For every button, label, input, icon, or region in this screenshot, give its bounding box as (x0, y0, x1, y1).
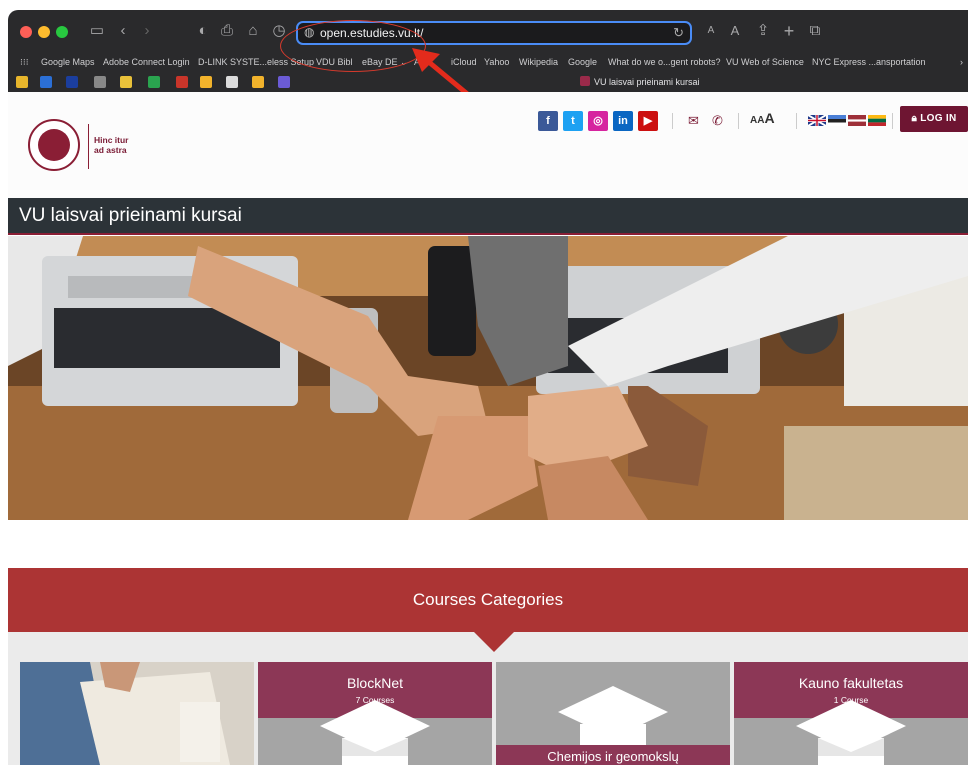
spacer (8, 520, 968, 568)
linkedin-icon[interactable]: in (613, 111, 633, 131)
category-name: Chemijos ir geomokslų (496, 745, 730, 765)
bookmark-item[interactable]: Adobe Connect Login (103, 57, 190, 67)
english-flag-icon[interactable] (808, 115, 826, 126)
zoom-window-button[interactable] (56, 26, 68, 38)
favorite-icon[interactable] (176, 76, 188, 88)
apps-grid-icon[interactable]: ⁝⁝⁝ (20, 57, 29, 68)
bookmark-item[interactable]: Google (568, 57, 597, 67)
categories-band: Courses Categories (8, 568, 968, 632)
category-name: BlockNet (346, 675, 404, 691)
page-title-bar: VU laisvai prieinami kursai (8, 198, 968, 235)
share-icon[interactable]: ⇪ (752, 21, 774, 41)
bookmark-item[interactable]: NYC Express ...ansportation (812, 57, 926, 67)
graduation-cap-icon (796, 700, 906, 765)
page-title: VU laisvai prieinami kursai (19, 205, 242, 226)
category-card[interactable] (20, 662, 254, 765)
favorite-icon[interactable] (94, 76, 106, 88)
category-card[interactable]: BlockNet 7 Courses (258, 662, 492, 765)
category-image (20, 662, 254, 765)
tabs-overview-icon[interactable]: ⧉ (804, 21, 826, 41)
category-name: Kauno fakultetas (798, 675, 904, 691)
font-size-controls[interactable]: AAA (750, 110, 775, 128)
categories-heading: Courses Categories (412, 590, 564, 609)
more-bookmarks-icon[interactable]: › (960, 57, 963, 67)
latvian-flag-icon[interactable] (848, 115, 866, 126)
lock-icon: 🔒︎ (911, 113, 921, 124)
close-window-button[interactable] (20, 26, 32, 38)
lithuanian-flag-icon[interactable] (868, 115, 886, 126)
browser-window: ▭ ‹ › ◐ ⎙ ⌂ ◷ ◍ open.estudies.vu.lt/ ↻ A… (8, 10, 968, 765)
graduation-cap-icon (320, 700, 430, 765)
twitter-icon[interactable]: t (563, 111, 583, 131)
hero-image (8, 236, 968, 520)
favorite-icon[interactable] (66, 76, 78, 88)
site-header: Hinc itur ad astra f t ◎ in ▶ ✉ ✆ AAA 🔒︎… (8, 92, 968, 198)
favorite-icon[interactable] (200, 76, 212, 88)
instagram-icon[interactable]: ◎ (588, 111, 608, 131)
categories-pointer (474, 632, 514, 652)
header-divider (796, 113, 797, 129)
text-larger-button[interactable]: A (724, 21, 746, 41)
new-tab-icon[interactable]: + (778, 21, 800, 41)
logo-motto: Hinc itur ad astra (94, 135, 128, 155)
header-divider (738, 113, 739, 129)
reload-icon[interactable]: ↻ (673, 25, 684, 41)
text-smaller-button[interactable]: A (700, 21, 722, 41)
category-card[interactable]: Kauno fakultetas 1 Course (734, 662, 968, 765)
favorite-icon[interactable] (226, 76, 238, 88)
website: Hinc itur ad astra f t ◎ in ▶ ✉ ✆ AAA 🔒︎… (8, 92, 968, 765)
font-size-small[interactable]: AA (750, 115, 764, 126)
login-label: LOG IN (920, 113, 957, 124)
favorite-icon[interactable] (120, 76, 132, 88)
favorite-icon[interactable] (40, 76, 52, 88)
annotation-circle (280, 20, 426, 72)
logo-divider (88, 124, 89, 169)
bookmark-item[interactable]: What do we o...gent robots? (608, 57, 721, 67)
forward-icon[interactable]: › (136, 21, 158, 41)
phone-icon[interactable]: ✆ (712, 113, 723, 129)
font-size-large[interactable]: A (764, 110, 774, 126)
shield-icon[interactable]: ◐ (192, 21, 214, 41)
motto-line-1: Hinc itur (94, 135, 129, 145)
site-favicon (580, 76, 590, 86)
minimize-window-button[interactable] (38, 26, 50, 38)
login-button[interactable]: 🔒︎ LOG IN (900, 106, 968, 132)
header-divider (672, 113, 673, 129)
youtube-icon[interactable]: ▶ (638, 111, 658, 131)
category-card[interactable]: Chemijos ir geomokslų (496, 662, 730, 765)
favorite-icon[interactable] (278, 76, 290, 88)
home-icon[interactable]: ⌂ (242, 21, 264, 41)
university-seal-icon[interactable] (28, 119, 80, 171)
mail-icon[interactable]: ✉ (688, 113, 699, 129)
print-icon[interactable]: ⎙ (216, 21, 238, 41)
bookmark-item[interactable]: Google Maps (41, 57, 95, 67)
estonian-flag-icon[interactable] (828, 115, 846, 126)
active-tab[interactable]: VU laisvai prieinami kursai (580, 76, 700, 87)
favorite-icon[interactable] (252, 76, 264, 88)
header-divider (892, 113, 893, 129)
favorite-icon[interactable] (16, 76, 28, 88)
back-icon[interactable]: ‹ (112, 21, 134, 41)
motto-line-2: ad astra (94, 145, 127, 155)
tab-title: VU laisvai prieinami kursai (594, 77, 700, 87)
sidebar-icon[interactable]: ▭ (86, 21, 108, 41)
facebook-icon[interactable]: f (538, 111, 558, 131)
bookmark-item[interactable]: VU Web of Science (726, 57, 804, 67)
favorite-icon[interactable] (148, 76, 160, 88)
